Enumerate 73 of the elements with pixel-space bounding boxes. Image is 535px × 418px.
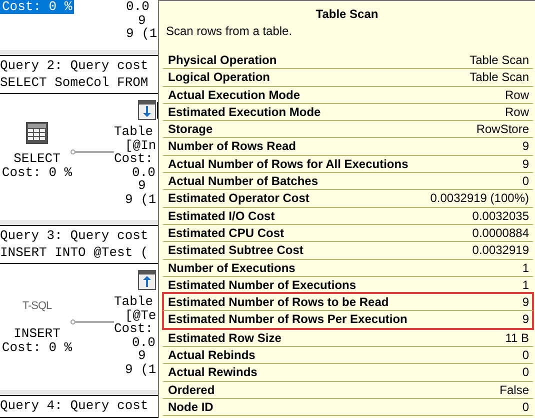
operator-stat: 0.0 bbox=[126, 0, 150, 14]
property-name: Number of Executions bbox=[168, 260, 296, 276]
property-name: Estimated CPU Cost bbox=[168, 224, 284, 242]
query-header: Query 4: Query cost bbox=[0, 399, 150, 412]
property-name: Physical Operation bbox=[168, 52, 277, 68]
property-name: Actual Number of Rows for All Executions bbox=[168, 156, 408, 172]
query-text: SELECT SomeCol FROM bbox=[0, 76, 150, 89]
property-name: Estimated Number of Executions bbox=[168, 276, 356, 294]
property-value: 11 B bbox=[505, 330, 529, 346]
operator-stat: 9 (1 bbox=[124, 192, 156, 206]
operator-stat: 9 (1 bbox=[126, 27, 158, 40]
operator-stat: 0.0 bbox=[131, 166, 156, 179]
query-header: Query 2: Query cost bbox=[0, 59, 150, 72]
property-name: Actual Number of Batches bbox=[168, 173, 318, 190]
property-value: 9 bbox=[522, 138, 529, 155]
operator-stat: Cost: bbox=[114, 152, 154, 166]
operator-stat: 0.0 bbox=[131, 336, 156, 349]
property-name: Estimated Execution Mode bbox=[168, 104, 321, 120]
property-value: Table Scan bbox=[470, 69, 529, 86]
property-value: 0.0032919 (100%) bbox=[430, 190, 529, 207]
property-name: Node ID bbox=[168, 398, 214, 416]
operator-stat: 9 bbox=[137, 14, 147, 27]
property-value: 0.0032035 bbox=[472, 208, 529, 224]
property-value: 0 bbox=[522, 173, 529, 190]
property-value: 0.0032919 bbox=[472, 242, 529, 259]
connector-line bbox=[70, 149, 114, 155]
node-label: SELECT bbox=[14, 152, 60, 166]
tsql-icon[interactable]: T-SQL bbox=[22, 300, 52, 312]
tooltip-description: Scan rows from a table. bbox=[166, 24, 294, 38]
property-name: Estimated Number of Rows Per Execution bbox=[168, 311, 408, 328]
property-value: Table Scan bbox=[470, 52, 529, 68]
operator-stat: [@In bbox=[124, 138, 156, 152]
property-name: Estimated Number of Rows to be Read bbox=[168, 294, 389, 310]
property-value: 9 bbox=[522, 311, 529, 328]
connector-line bbox=[70, 319, 114, 325]
operator-stat: [@Te bbox=[124, 308, 156, 322]
operator-stat: Table bbox=[114, 295, 154, 308]
property-value: 9 bbox=[522, 156, 529, 172]
property-name: Storage bbox=[168, 121, 213, 138]
tooltip-title: Table Scan bbox=[316, 7, 378, 21]
cost-label: Cost: 0 % bbox=[2, 340, 72, 354]
property-name: Actual Rewinds bbox=[168, 364, 258, 381]
property-value: 1 bbox=[522, 260, 529, 276]
cost-label: Cost: 0 % bbox=[0, 0, 74, 14]
property-value: 1 bbox=[522, 276, 529, 294]
property-name: Estimated I/O Cost bbox=[168, 208, 275, 224]
table-grid-icon[interactable] bbox=[26, 122, 48, 144]
property-name: Ordered bbox=[168, 382, 215, 398]
operator-stat: 9 bbox=[137, 179, 147, 192]
property-value: Row bbox=[504, 104, 529, 120]
property-value: 9 bbox=[522, 294, 529, 310]
operator-stat: Cost: bbox=[114, 322, 154, 336]
cost-label: Cost: 0 % bbox=[2, 166, 72, 179]
property-name: Logical Operation bbox=[168, 69, 270, 86]
property-value: 0.0000884 bbox=[472, 224, 529, 242]
property-name: Actual Rebinds bbox=[168, 347, 256, 364]
property-value: 0 bbox=[522, 364, 529, 381]
property-name: Estimated Operator Cost bbox=[168, 190, 310, 207]
property-name: Estimated Row Size bbox=[168, 330, 282, 346]
operator-stat: 9 bbox=[137, 349, 147, 362]
property-value: Row bbox=[504, 86, 529, 103]
operator-stat: 9 (1 bbox=[124, 362, 156, 376]
operator-stat: Table bbox=[114, 125, 154, 138]
property-value: 0 bbox=[522, 398, 529, 416]
property-name: Number of Rows Read bbox=[168, 138, 296, 155]
query-header: Query 3: Query cost bbox=[0, 229, 150, 242]
property-name: Estimated Subtree Cost bbox=[168, 242, 304, 259]
property-value: 0 bbox=[522, 347, 529, 364]
property-name: Actual Execution Mode bbox=[168, 86, 300, 103]
property-value: RowStore bbox=[476, 121, 529, 138]
property-value: False bbox=[500, 382, 529, 398]
query-text: INSERT INTO @Test ( bbox=[0, 246, 150, 259]
node-label: INSERT bbox=[14, 327, 60, 340]
